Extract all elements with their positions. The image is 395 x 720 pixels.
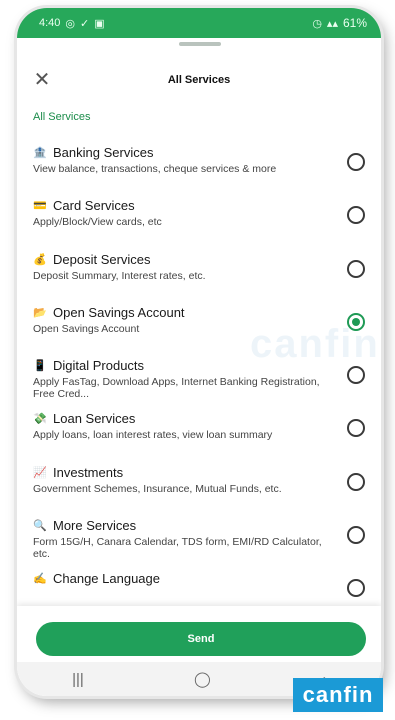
service-item[interactable]: 📱 Digital Products Apply FasTag, Download …	[17, 351, 381, 404]
phone-frame: 4:40 ◎ ✓ ▣ ◷ ▴▴ 61% ✕ All Services All S…	[17, 8, 381, 696]
service-radio[interactable]	[347, 206, 365, 225]
service-title: Banking Services	[53, 145, 154, 160]
service-radio[interactable]	[347, 472, 365, 491]
signal-icon: ▴▴	[326, 17, 338, 30]
service-description: Apply/Block/View cards, etc	[33, 216, 162, 229]
investment-icon: 📈	[33, 466, 47, 479]
service-item[interactable]: 📈 Investments Government Schemes, Insuranc…	[17, 458, 381, 511]
service-item[interactable]: 📂 Open Savings Account Open Savings Accoun…	[17, 298, 381, 351]
status-time: 4:40	[39, 17, 61, 29]
service-header: 📈 Investments	[33, 465, 123, 480]
alarm-icon: ◷	[312, 17, 322, 30]
bank-icon: 🏦	[33, 147, 47, 159]
folder-icon: 📂	[33, 306, 47, 319]
service-description: View balance, transactions, cheque servi…	[33, 163, 277, 175]
status-bar: 4:40 ◎ ✓ ▣ ◷ ▴▴ 61%	[17, 8, 381, 38]
send-button[interactable]: Send	[36, 622, 366, 656]
service-title: Deposit Services	[53, 251, 151, 267]
service-description: Deposit Summary, Interest rates, etc.	[33, 269, 206, 282]
service-radio[interactable]	[347, 312, 365, 331]
service-header: 💸 Loan Services	[33, 411, 135, 426]
gallery-icon: ▣	[94, 17, 105, 30]
service-item[interactable]: 💸 Loan Services Apply loans, loan interest…	[17, 404, 381, 457]
service-header: 🔍 More Services	[33, 518, 136, 533]
service-radio[interactable]	[347, 419, 365, 438]
writing-hand-icon: ✍	[33, 573, 47, 586]
phone-icon: 📱	[33, 360, 47, 373]
service-description: Apply loans, loan interest rates, view l…	[33, 429, 273, 442]
service-header: 📱 Digital Products	[33, 358, 144, 373]
service-title: Card Services	[53, 198, 135, 214]
service-header: 💳 Card Services	[33, 198, 135, 213]
service-title: Investments	[53, 464, 124, 480]
money-wings-icon: 💸	[33, 413, 47, 426]
service-radio[interactable]	[347, 579, 365, 598]
service-item[interactable]: 🔍 More Services Form 15G/H, Canara Calenda…	[17, 511, 381, 564]
brand-logo: canfin	[293, 678, 383, 712]
service-item[interactable]: 🏦 Banking Services View balance, transacti…	[17, 138, 381, 191]
service-radio[interactable]	[347, 366, 365, 385]
drag-handle[interactable]	[179, 42, 221, 46]
check-icon: ✓	[80, 17, 90, 30]
recent-apps-icon[interactable]: |||	[72, 671, 84, 688]
service-list: 🏦 Banking Services View balance, transacti…	[17, 138, 381, 618]
service-header: 💰 Deposit Services	[33, 251, 151, 267]
service-header: ✍ Change Language	[33, 571, 160, 586]
service-header: 🏦 Banking Services	[33, 145, 153, 160]
battery-level: 61%	[342, 16, 367, 30]
service-item[interactable]: 💰 Deposit Services Deposit Summary, Intere…	[17, 245, 381, 298]
service-title: More Services	[53, 518, 137, 534]
service-description: Government Schemes, Insurance, Mutual Fu…	[33, 482, 282, 495]
service-title: Loan Services	[53, 411, 136, 427]
service-radio[interactable]	[347, 259, 365, 278]
service-title: Digital Products	[53, 358, 145, 374]
search-icon: 🔍	[33, 520, 47, 533]
service-radio[interactable]	[347, 526, 365, 545]
sheet-title: All Services	[167, 74, 231, 86]
service-description: Apply FasTag, Download Apps, Internet Ba…	[33, 376, 320, 401]
home-icon[interactable]: ◯	[194, 670, 211, 688]
breadcrumb[interactable]: All Services	[33, 111, 90, 123]
service-title: Open Savings Account	[53, 304, 185, 320]
service-title: Change Language	[53, 571, 160, 587]
services-sheet: ✕ All Services All Services 🏦 Banking Ser…	[17, 38, 381, 696]
service-radio[interactable]	[347, 153, 365, 171]
whatsapp-icon: ◎	[65, 17, 76, 30]
card-icon: 💳	[33, 200, 47, 213]
service-header: 📂 Open Savings Account	[33, 304, 185, 320]
service-item[interactable]: 💳 Card Services Apply/Block/View cards, et…	[17, 191, 381, 244]
service-description: Form 15G/H, Canara Calendar, TDS form, E…	[33, 536, 322, 561]
service-description: Open Savings Account	[33, 322, 140, 335]
money-bag-icon: 💰	[33, 253, 47, 266]
